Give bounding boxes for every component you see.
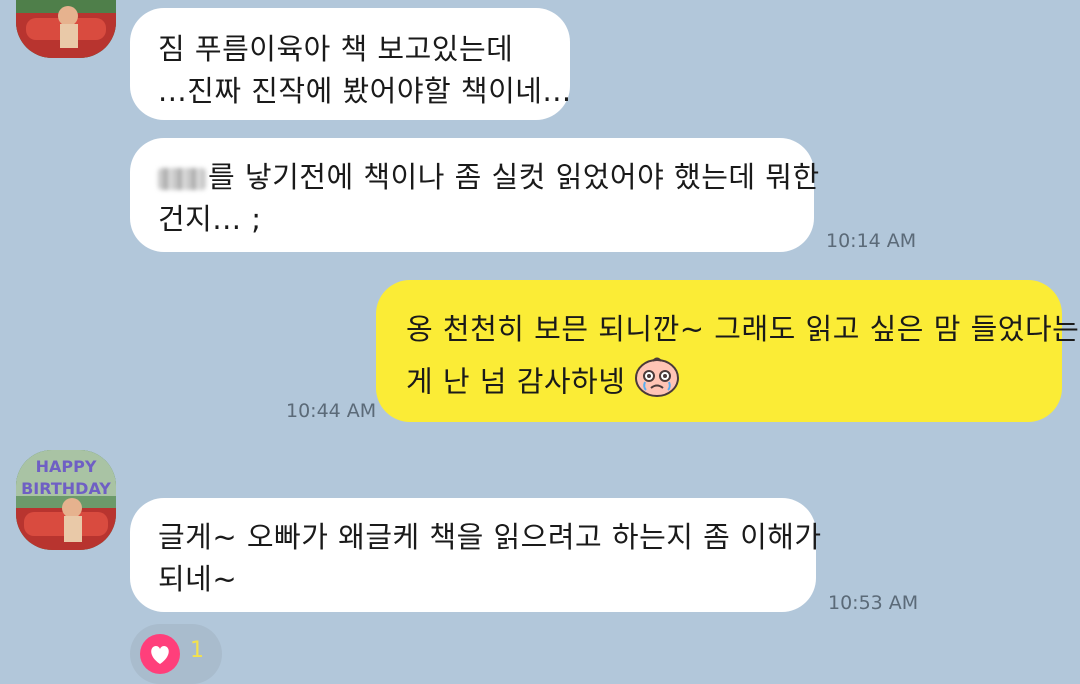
message-text: ...진짜 진작에 봤어야할 책이네... [158,74,572,108]
svg-text:HAPPY: HAPPY [36,457,97,476]
message-text: 건지... ; [158,202,262,236]
message-bubble[interactable]: 짐 푸름이육아 책 보고있는데 ...진짜 진작에 봤어야할 책이네... [130,8,572,120]
crying-peach-emoticon [633,354,681,413]
message-text: 게 난 넘 감사하넹 [406,364,626,399]
avatar-photo: HAPPY BIRTHDAY [16,450,116,550]
message-bubble[interactable]: 를 낳기전에 책이나 좀 실컷 읽었어야 했는데 뭐한 건지... ; [130,138,819,252]
heart-icon [140,634,180,674]
message-bubble-outgoing[interactable]: 옹 천천히 보믄 되니깐~ 그래도 읽고 싶은 맘 들었다는 게 난 넘 감사하… [376,280,1080,422]
friend-avatar[interactable]: HAPPY BIRTHDAY [16,450,116,550]
friend-avatar[interactable]: HAPPY BIRTHDAY [16,0,116,58]
reaction-count: 1 [190,638,204,663]
message-text: 되네~ [158,562,238,596]
message-timestamp: 10:44 AM [286,400,377,422]
message-text: 옹 천천히 보믄 되니깐~ 그래도 읽고 싶은 맘 들었다는 [406,312,1080,346]
message-text: 짐 푸름이육아 책 보고있는데 [158,32,514,66]
reaction-badge[interactable]: 1 [130,624,222,684]
message-text: 를 낳기전에 책이나 좀 실컷 읽었어야 했는데 뭐한 [208,160,820,194]
svg-text:BIRTHDAY: BIRTHDAY [21,479,111,498]
svg-text:BIRTHDAY: BIRTHDAY [24,0,109,2]
message-bubble[interactable]: 글게~ 오빠가 왜글케 책을 읽으려고 하는지 좀 이해가 되네~ [130,498,822,612]
message-text: 글게~ 오빠가 왜글케 책을 읽으려고 하는지 좀 이해가 [158,520,822,554]
message-timestamp: 10:14 AM [826,230,917,252]
message-timestamp: 10:53 AM [828,592,919,614]
blurred-name [158,168,206,190]
avatar-photo: HAPPY BIRTHDAY [16,0,116,58]
